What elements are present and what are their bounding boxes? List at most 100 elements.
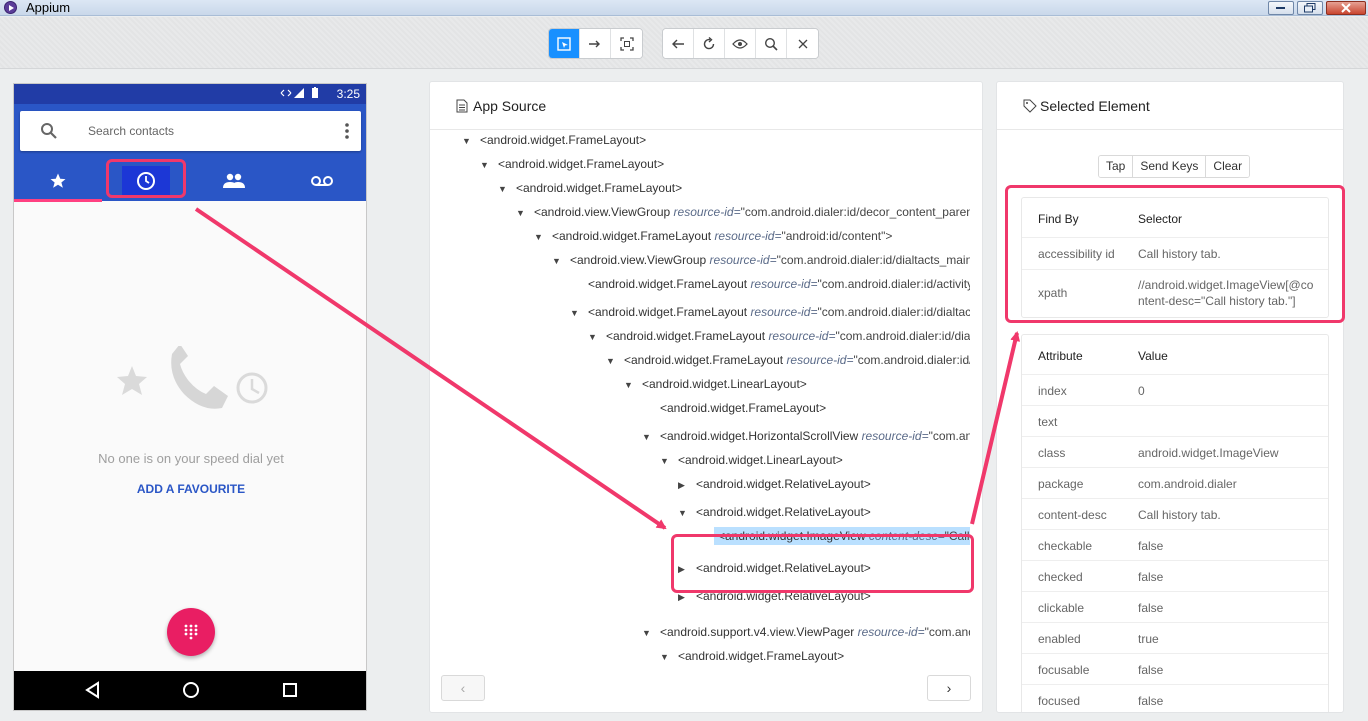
tree-node-attr: resource-id= — [768, 329, 836, 343]
table-row: checked false — [1022, 561, 1328, 592]
caret-down-icon[interactable]: ▼ — [642, 427, 660, 447]
add-favourite-link[interactable]: ADD A FAVOURITE — [14, 482, 366, 496]
device-screenshot[interactable]: 3:25 Search contacts No one is on your s… — [13, 83, 367, 711]
dialpad-fab[interactable] — [167, 608, 215, 656]
tree-node-attr: resource-id= — [709, 253, 777, 267]
back-triangle-icon[interactable] — [84, 681, 100, 699]
tree-node[interactable]: ▼ <android.view.ViewGroup resource-id="co… — [552, 250, 970, 270]
tree-node[interactable]: ▼ <android.widget.FrameLayout> — [480, 154, 664, 174]
caret-down-icon[interactable]: ▼ — [660, 647, 678, 667]
show-element-button[interactable] — [725, 29, 756, 58]
scroll-left-button[interactable]: ‹ — [441, 675, 485, 701]
tree-node-tag: <android.widget.FrameLayout — [606, 329, 766, 343]
close-icon — [798, 39, 807, 48]
attribute-name: enabled — [1038, 632, 1081, 646]
dialpad-icon — [184, 624, 198, 640]
caret-down-icon[interactable]: ▼ — [462, 131, 480, 151]
attribute-name: class — [1038, 446, 1066, 460]
more-vert-icon[interactable] — [345, 123, 349, 139]
search-button[interactable] — [756, 29, 787, 58]
caret-down-icon[interactable]: ▼ — [660, 451, 678, 471]
quit-session-button[interactable] — [787, 29, 818, 58]
highlight-find-by-table — [1005, 185, 1345, 323]
back-button[interactable] — [663, 29, 694, 58]
caret-down-icon[interactable]: ▼ — [534, 227, 552, 247]
tree-node-tag: <android.widget.FrameLayout> — [498, 157, 665, 171]
recents-square-icon[interactable] — [282, 681, 298, 699]
refresh-button[interactable] — [694, 29, 725, 58]
tap-button[interactable]: Tap — [1099, 156, 1134, 177]
scroll-right-button[interactable]: › — [927, 675, 971, 701]
tree-node[interactable]: ▼ <android.support.v4.view.ViewPager reso… — [642, 622, 970, 642]
tree-node-label: <android.widget.FrameLayout resource-id=… — [606, 329, 970, 343]
tab-voicemail[interactable] — [278, 161, 366, 201]
action-button-group — [662, 28, 819, 59]
tree-node[interactable]: <android.widget.FrameLayout resource-id=… — [570, 274, 970, 294]
tree-node[interactable]: ▶ <android.widget.RelativeLayout> — [678, 474, 871, 494]
tree-node-value: "com.android.dialer:id/activity_overlay"… — [817, 277, 970, 291]
tree-node-label: <android.view.ViewGroup resource-id="com… — [534, 205, 970, 219]
caret-down-icon[interactable]: ▼ — [570, 303, 588, 323]
window-title: Appium — [26, 0, 71, 15]
caret-down-icon[interactable]: ▼ — [498, 179, 516, 199]
tree-node[interactable]: ▼ <android.widget.FrameLayout resource-id… — [534, 226, 892, 246]
tree-node-label: <android.widget.FrameLayout resource-id=… — [624, 353, 970, 367]
table-row: content-desc Call history tab. — [1022, 499, 1328, 530]
back-icon — [672, 39, 684, 48]
tree-node-tag: <android.support.v4.view.ViewPager — [660, 625, 855, 639]
element-action-buttons: Tap Send Keys Clear — [1098, 155, 1251, 178]
tree-node-tag: <android.widget.FrameLayout> — [480, 133, 647, 147]
swipe-button[interactable] — [580, 29, 611, 58]
dialer-app-bar: Search contacts — [14, 104, 366, 202]
tree-node-attr: resource-id= — [786, 353, 854, 367]
caret-down-icon[interactable]: ▼ — [480, 155, 498, 175]
tree-node[interactable]: ▼ <android.view.ViewGroup resource-id="co… — [516, 202, 970, 222]
tree-node[interactable]: ▼ <android.widget.FrameLayout resource-id… — [570, 302, 970, 322]
tree-node-attr: resource-id= — [673, 205, 741, 219]
table-row: focusable false — [1022, 654, 1328, 685]
tab-speed-dial[interactable] — [14, 161, 102, 201]
tab-contacts[interactable] — [190, 161, 278, 201]
caret-right-icon[interactable]: ▶ — [678, 475, 696, 495]
attribute-value: false — [1138, 601, 1164, 615]
caret-down-icon[interactable]: ▼ — [588, 327, 606, 347]
tree-node-attr: resource-id= — [750, 277, 818, 291]
attribute-header: Attribute — [1038, 349, 1083, 363]
dialer-tabs — [14, 161, 366, 202]
tree-node[interactable]: ▼ <android.widget.FrameLayout resource-id… — [606, 350, 970, 370]
tree-node[interactable]: ▼ <android.widget.FrameLayout> — [660, 646, 844, 666]
tree-node[interactable]: ▼ <android.widget.HorizontalScrollView re… — [642, 426, 970, 446]
send-keys-button[interactable]: Send Keys — [1133, 156, 1207, 177]
tree-node[interactable]: <android.widget.FrameLayout> — [642, 398, 826, 418]
search-icon — [764, 37, 778, 51]
tree-node[interactable]: ▼ <android.widget.RelativeLayout> — [678, 502, 871, 522]
select-element-button[interactable] — [549, 29, 580, 58]
caret-down-icon[interactable]: ▼ — [642, 623, 660, 643]
restore-button[interactable] — [1297, 1, 1323, 15]
tap-coordinates-button[interactable] — [611, 29, 642, 58]
tree-node-label: <android.widget.RelativeLayout> — [696, 477, 871, 491]
tree-node[interactable]: ▼ <android.widget.FrameLayout> — [498, 178, 682, 198]
tree-node[interactable]: ▼ <android.widget.FrameLayout resource-id… — [588, 326, 970, 346]
search-contacts-box[interactable]: Search contacts — [20, 111, 361, 151]
caret-down-icon[interactable]: ▼ — [552, 251, 570, 271]
tree-node[interactable]: ▼ <android.widget.LinearLayout> — [624, 374, 807, 394]
tree-node[interactable]: ▼ <android.widget.LinearLayout> — [660, 450, 843, 470]
tree-node-label: <android.widget.FrameLayout> — [516, 181, 682, 195]
caret-down-icon[interactable]: ▼ — [516, 203, 534, 223]
clear-button[interactable]: Clear — [1206, 156, 1250, 177]
eye-icon — [732, 38, 748, 49]
minimize-button[interactable] — [1268, 1, 1294, 15]
caret-down-icon[interactable]: ▼ — [678, 503, 696, 523]
caret-down-icon[interactable]: ▼ — [624, 375, 642, 395]
tree-node-label: <android.widget.FrameLayout> — [678, 649, 844, 663]
home-circle-icon[interactable] — [182, 681, 200, 699]
tree-node-label: <android.support.v4.view.ViewPager resou… — [660, 625, 970, 639]
tree-node[interactable]: ▼ <android.widget.FrameLayout> — [462, 130, 646, 150]
tree-node-value: "android:id/content"> — [781, 229, 893, 243]
close-window-button[interactable] — [1326, 1, 1366, 15]
tree-node-attr: resource-id= — [714, 229, 782, 243]
tree-node-label: <android.widget.LinearLayout> — [642, 377, 807, 391]
caret-down-icon[interactable]: ▼ — [606, 351, 624, 371]
attribute-value: com.android.dialer — [1138, 477, 1237, 491]
